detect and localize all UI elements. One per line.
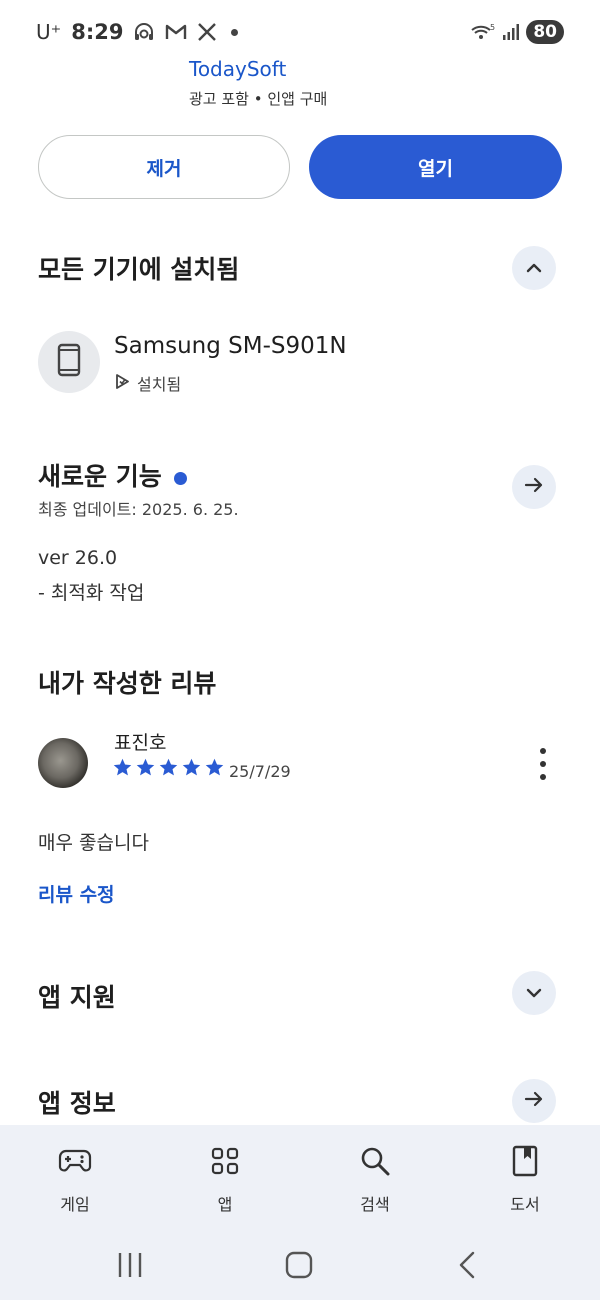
nav-item-books[interactable]: 도서 — [475, 1143, 575, 1215]
last-updated: 최종 업데이트: 2025. 6. 25. — [38, 500, 239, 519]
nav-item-games[interactable]: 게임 — [25, 1143, 125, 1215]
reviewer-avatar — [38, 738, 88, 788]
battery-indicator: 80 — [526, 20, 564, 44]
edit-review-link[interactable]: 리뷰 수정 — [38, 880, 115, 907]
star-icon — [182, 758, 201, 776]
arrow-right-icon — [524, 476, 544, 498]
smartphone-icon — [57, 343, 81, 381]
version-note: ver 26.0 — [38, 547, 118, 569]
apps-grid-icon — [175, 1143, 275, 1179]
headphones-icon — [133, 22, 155, 42]
star-icon — [159, 758, 178, 776]
remove-button[interactable]: 제거 — [38, 135, 290, 199]
my-review-title: 내가 작성한 리뷰 — [38, 669, 217, 698]
app-info-arrow-button[interactable] — [512, 1079, 556, 1123]
search-icon — [325, 1143, 425, 1179]
home-icon[interactable] — [285, 1251, 313, 1279]
nav-label-apps: 앱 — [217, 1195, 233, 1214]
gamepad-icon — [25, 1143, 125, 1179]
star-rating — [112, 757, 225, 778]
bottom-navigation: 게임 앱 검색 도서 — [0, 1125, 600, 1300]
whats-new-arrow-button[interactable] — [512, 465, 556, 509]
app-support-title: 앱 지원 — [38, 983, 116, 1012]
chevron-up-icon — [525, 259, 543, 278]
star-icon — [205, 758, 224, 776]
whats-new-label: 새로운 기능 — [38, 462, 162, 491]
signal-icon — [502, 23, 520, 41]
device-name: Samsung SM-S901N — [114, 333, 347, 359]
collapse-button[interactable] — [512, 246, 556, 290]
nav-label-books: 도서 — [510, 1195, 540, 1214]
gmail-icon — [165, 23, 187, 41]
clock: 8:29 — [71, 20, 124, 44]
review-text: 매우 좋습니다 — [38, 832, 149, 854]
chevron-down-icon — [525, 984, 543, 1003]
installed-section-title: 모든 기기에 설치됨 — [38, 255, 240, 284]
whats-new-title: 새로운 기능 — [38, 457, 187, 493]
open-button[interactable]: 열기 — [309, 135, 562, 199]
device-avatar — [38, 331, 100, 393]
wifi-icon: 5 — [470, 22, 496, 42]
developer-link[interactable]: TodaySoft — [189, 57, 286, 81]
nav-item-search[interactable]: 검색 — [325, 1143, 425, 1215]
play-installed-icon — [114, 373, 131, 394]
recent-apps-icon[interactable] — [118, 1253, 142, 1277]
new-indicator-dot — [173, 471, 187, 485]
status-bar: U⁺ 8:29 5 80 — [0, 0, 600, 60]
device-status-label: 설치됨 — [137, 375, 182, 394]
book-icon — [475, 1143, 575, 1179]
review-date: 25/7/29 — [229, 762, 291, 781]
change-note: - 최적화 작업 — [38, 582, 145, 604]
device-status: 설치됨 — [114, 371, 181, 395]
system-navigation-bar — [0, 1247, 600, 1283]
svg-text:5: 5 — [490, 23, 495, 32]
reviewer-name: 표진호 — [114, 732, 167, 754]
nav-item-apps[interactable]: 앱 — [175, 1143, 275, 1215]
app-info-title: 앱 정보 — [38, 1089, 116, 1118]
carrier-label: U⁺ — [36, 20, 62, 44]
notification-dot-icon — [231, 28, 239, 36]
star-icon — [136, 758, 155, 776]
app-support-expand-button[interactable] — [512, 971, 556, 1015]
x-app-icon — [197, 23, 217, 41]
back-icon[interactable] — [459, 1251, 475, 1279]
app-tags: 광고 포함 • 인앱 구매 — [189, 90, 328, 108]
arrow-right-icon — [524, 1090, 544, 1112]
more-options-icon[interactable] — [531, 748, 555, 780]
star-icon — [113, 758, 132, 776]
nav-label-games: 게임 — [60, 1195, 90, 1214]
nav-label-search: 검색 — [360, 1195, 390, 1214]
